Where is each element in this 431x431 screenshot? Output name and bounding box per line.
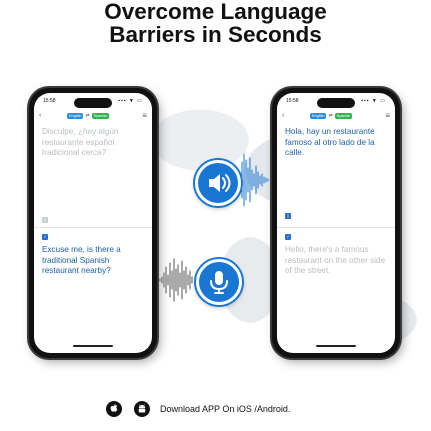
phone-right-screen: 15:58 ▪▪▪ ▼ ▭ ‹ English ⇄ Spanish ≡ Hola, … <box>277 93 395 353</box>
language-from[interactable]: English <box>67 113 84 119</box>
translated-pane: Hola, hay un restaurante famoso al otro … <box>277 127 395 227</box>
source-pane: Disculpe, ¿hay algún restaurante español… <box>34 127 152 227</box>
download-footer: Download APP On iOS /Android. <box>0 399 431 421</box>
source-text: Disculpe, ¿hay algún restaurante español… <box>42 127 119 157</box>
pane-divider <box>277 227 395 228</box>
pane-divider <box>34 227 152 228</box>
translate-icon[interactable]: ✓ <box>285 234 291 240</box>
language-to[interactable]: Spanish <box>91 113 110 119</box>
language-to[interactable]: Spanish <box>334 113 353 119</box>
phone-left: 15:58 ▪▪▪ ▼ ▭ ‹ English ⇄ Spanish ≡ Discul… <box>29 88 157 358</box>
sound-wave-right <box>237 153 269 207</box>
home-indicator <box>316 345 356 347</box>
apple-icon[interactable] <box>106 401 122 417</box>
headline: Overcome Language Barriers in Seconds <box>0 0 431 46</box>
menu-icon[interactable]: ≡ <box>142 111 147 120</box>
language-selector[interactable]: English ⇄ Spanish <box>310 113 353 119</box>
menu-icon[interactable]: ≡ <box>385 111 390 120</box>
back-icon[interactable]: ‹ <box>282 112 284 119</box>
status-time: 15:58 <box>43 98 56 104</box>
language-from[interactable]: English <box>310 113 327 119</box>
phone-right: 15:58 ▪▪▪ ▼ ▭ ‹ English ⇄ Spanish ≡ Hola, … <box>272 88 400 358</box>
translated-text: Excuse me, is there a traditional Spanis… <box>42 245 121 275</box>
app-topbar: ‹ English ⇄ Spanish ≡ <box>282 111 390 123</box>
microphone-icon <box>210 271 228 294</box>
swap-icon[interactable]: ⇄ <box>85 113 89 119</box>
headline-line-2: Barriers in Seconds <box>109 22 322 47</box>
back-icon[interactable]: ‹ <box>39 112 41 119</box>
speaker-button[interactable] <box>195 160 241 206</box>
translated-text: Hola, hay un restaurante famoso al otro … <box>285 127 375 157</box>
app-topbar: ‹ English ⇄ Spanish ≡ <box>39 111 147 123</box>
status-time: 15:58 <box>286 98 299 104</box>
android-icon[interactable] <box>134 401 150 417</box>
status-icons: ▪▪▪ ▼ ▭ <box>361 98 386 104</box>
translate-icon[interactable]: ✓ <box>42 234 48 240</box>
phone-left-screen: 15:58 ▪▪▪ ▼ ▭ ‹ English ⇄ Spanish ≡ Discul… <box>34 93 152 353</box>
sound-wave-left <box>159 258 193 302</box>
source-text: Hello, there's a famous restaurant on th… <box>285 245 386 275</box>
microphone-button[interactable] <box>196 259 242 305</box>
status-icons: ▪▪▪ ▼ ▭ <box>118 98 143 104</box>
copy-icon[interactable]: ▯ <box>42 217 48 223</box>
swap-icon[interactable]: ⇄ <box>328 113 332 119</box>
speaker-icon <box>209 174 231 192</box>
phone-notch <box>74 98 112 108</box>
copy-icon[interactable]: ▯ <box>285 213 291 219</box>
download-text[interactable]: Download APP On iOS /Android. <box>160 404 290 414</box>
phone-notch <box>317 98 355 108</box>
language-selector[interactable]: English ⇄ Spanish <box>67 113 110 119</box>
headline-line-1: Overcome Language <box>104 0 327 24</box>
home-indicator <box>73 345 113 347</box>
